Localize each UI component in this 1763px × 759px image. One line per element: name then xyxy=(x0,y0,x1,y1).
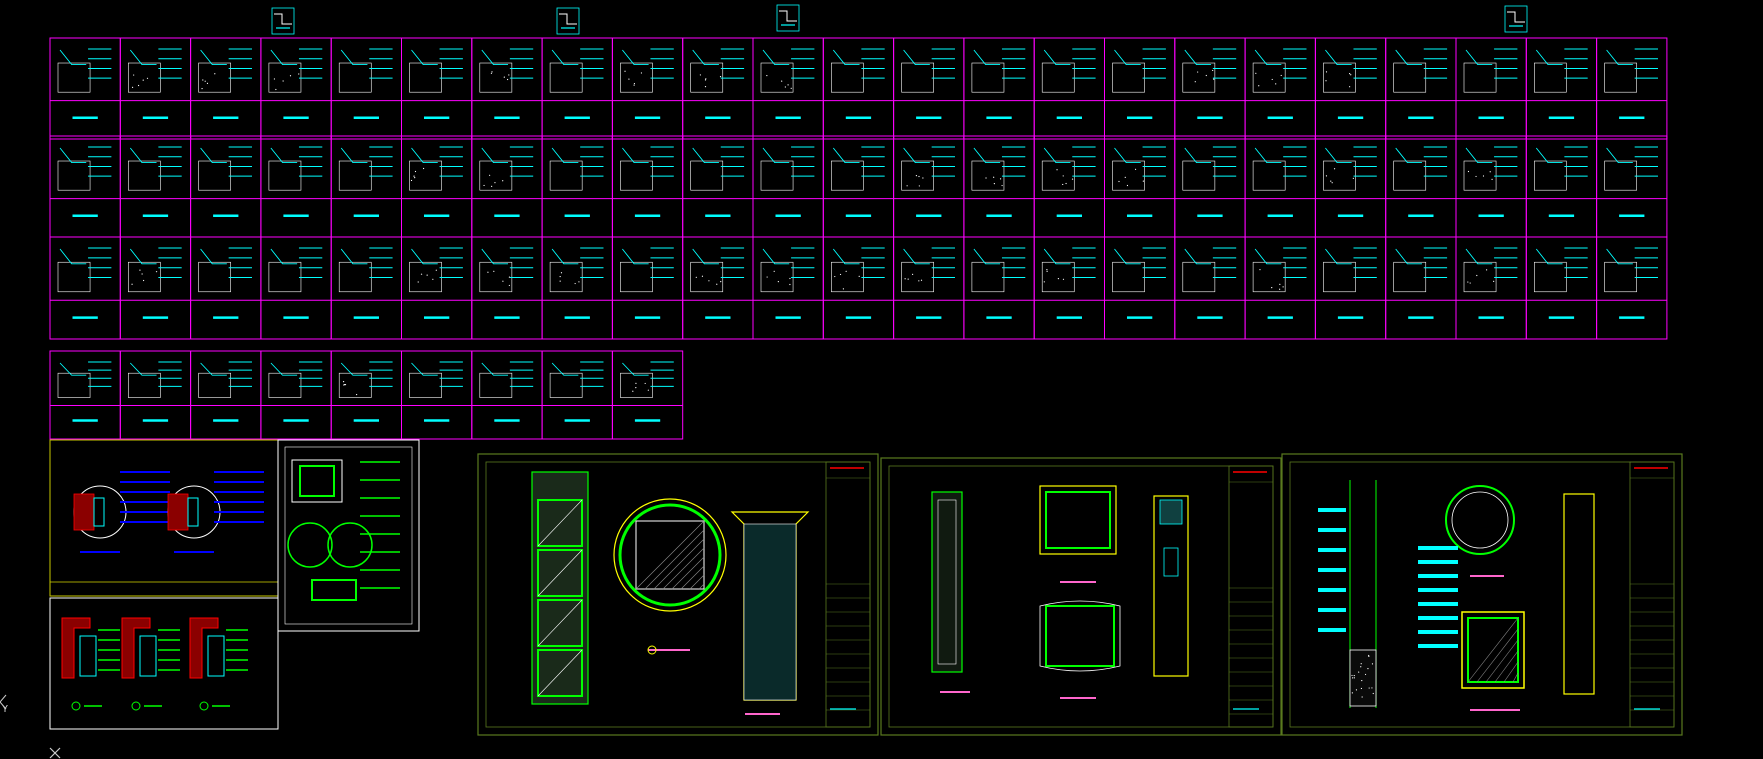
ucs-y-label: Y xyxy=(2,704,8,715)
cad-model-space[interactable]: Y xyxy=(0,0,1763,759)
cad-drawing[interactable]: Y xyxy=(0,0,1763,759)
